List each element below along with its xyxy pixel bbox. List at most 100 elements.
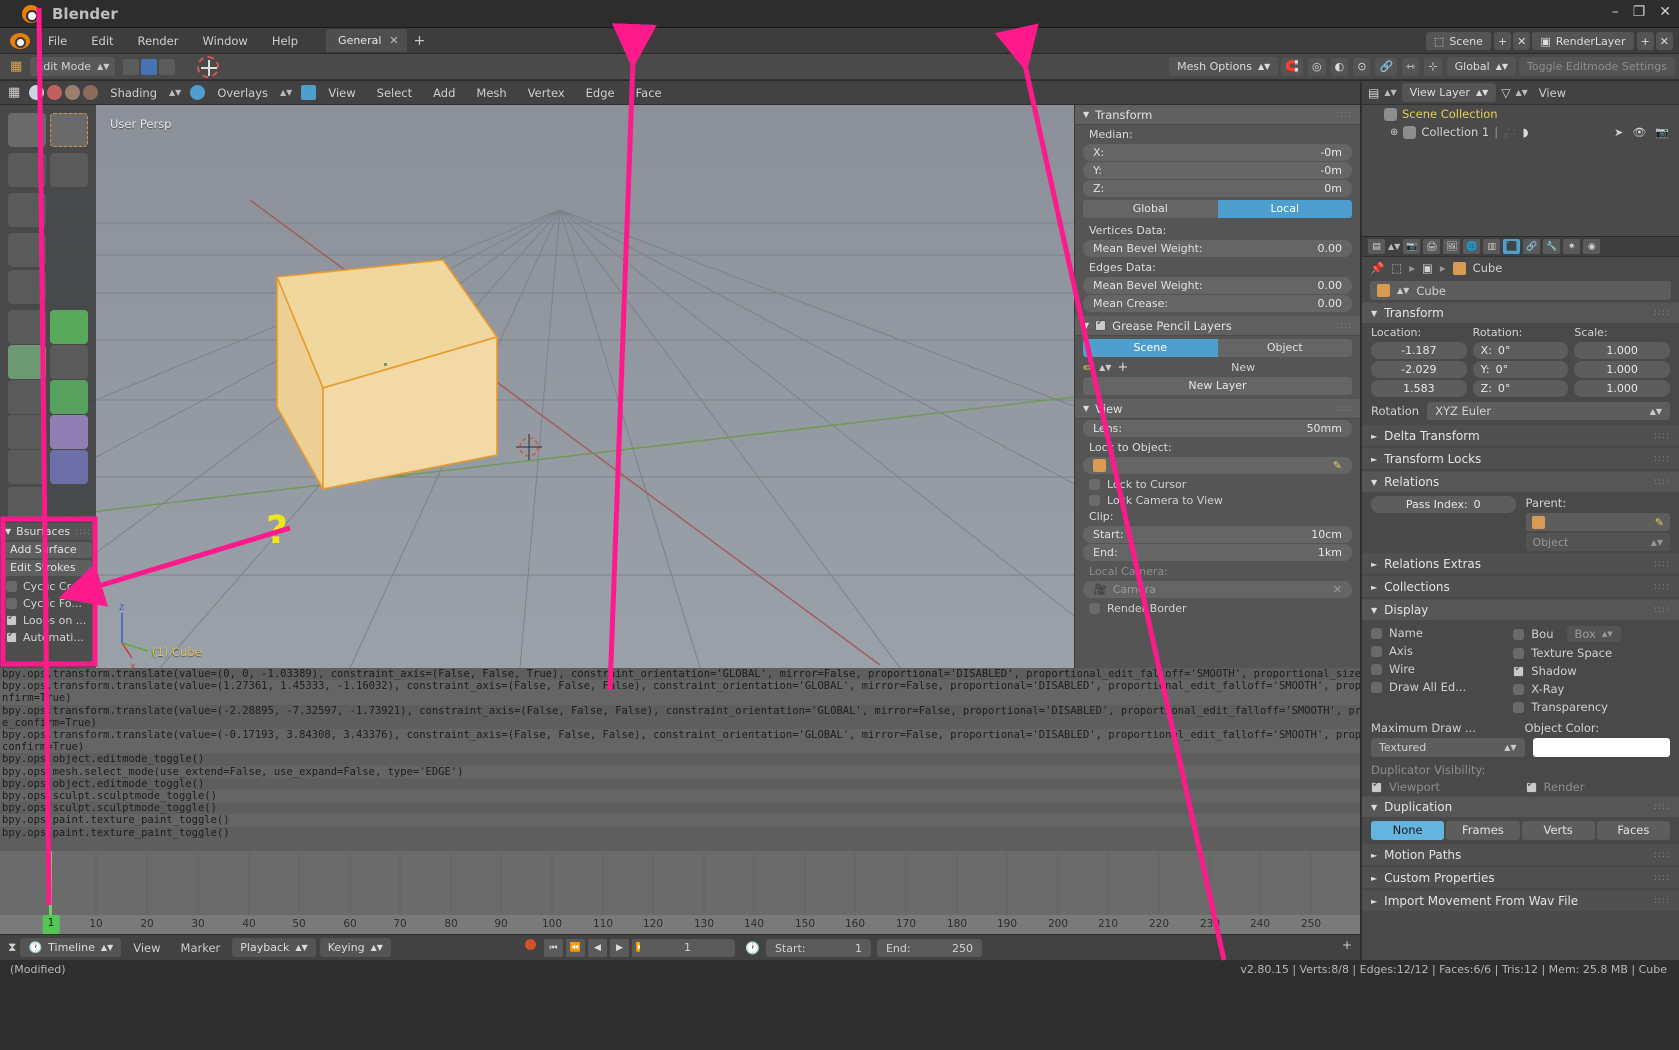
duplication-section-header[interactable]: ▼ Duplication :::: <box>1362 796 1679 817</box>
menu-window[interactable]: Window <box>190 31 259 51</box>
editor-type-icon[interactable]: ▤ <box>1368 86 1379 100</box>
tab-scene[interactable]: 🌐 <box>1463 239 1481 254</box>
duplication-options[interactable]: None Frames Verts Faces <box>1371 821 1670 840</box>
timeline-menu-view[interactable]: View <box>125 941 168 955</box>
bsurfaces-option-cyclic-cross[interactable]: Cyclic Cr... <box>0 578 96 595</box>
face-select-icon[interactable] <box>159 58 176 75</box>
display-axis-row[interactable]: Axis <box>1371 642 1507 660</box>
grip-dots-icon[interactable]: :::: <box>1654 850 1670 860</box>
jump-start-icon[interactable]: ⏮ <box>543 938 563 957</box>
tab-world[interactable]: ▥ <box>1483 239 1501 254</box>
remove-viewlayer-button[interactable]: ✕ <box>1655 32 1673 50</box>
play-icon[interactable]: ▶ <box>609 938 629 957</box>
display-bounds-row[interactable]: Bou Box ▲▼ <box>1513 624 1670 644</box>
proportional-falloff-icon[interactable]: ◐ <box>1330 57 1349 76</box>
tool-scale[interactable] <box>8 193 46 227</box>
timeline-editor-selector[interactable]: 🕐 Timeline ▲▼ <box>20 938 122 957</box>
toggle-editmode-settings-button[interactable]: Toggle Editmode Settings <box>1519 57 1675 76</box>
custom-properties-section[interactable]: ► Custom Properties :::: <box>1362 867 1679 888</box>
rotation-y-field[interactable]: Y: 0° <box>1472 361 1569 378</box>
local-camera-field[interactable]: 🎥 Camera ✕ <box>1083 581 1352 598</box>
edge-select-icon[interactable] <box>141 58 158 75</box>
transform-section-header[interactable]: ▼ Transform :::: <box>1362 302 1679 323</box>
shading-popover[interactable]: Shading <box>101 84 166 102</box>
mode-selector[interactable]: Edit Mode ▲▼ <box>30 57 116 76</box>
grip-dots-icon[interactable]: :::: <box>1654 559 1670 569</box>
tool-shear[interactable] <box>50 450 88 484</box>
snapping-target-icon[interactable]: ⊙ <box>1353 57 1371 76</box>
object-name-field[interactable]: ▲▼ Cube <box>1370 281 1671 300</box>
camera-render-icon[interactable]: 📷 <box>1655 126 1669 139</box>
new-scene-button[interactable]: + <box>1493 32 1512 50</box>
close-icon[interactable]: ✕ <box>1333 583 1342 596</box>
window-close-button[interactable]: ✕ <box>1659 4 1671 20</box>
relations-extras-section[interactable]: ► Relations Extras :::: <box>1362 553 1679 574</box>
viewport-menu-vertex[interactable]: Vertex <box>519 84 574 102</box>
filter-icon[interactable]: ▽ <box>1501 86 1510 100</box>
tool-shrink-fatten[interactable] <box>8 450 46 484</box>
grip-dots-icon[interactable]: :::: <box>75 527 91 537</box>
tool-smooth[interactable] <box>50 415 88 449</box>
tab-particles[interactable]: ✷ <box>1563 239 1581 254</box>
proportional-edit-icon[interactable]: ◎ <box>1308 57 1326 76</box>
grip-dots-icon[interactable]: :::: <box>1336 110 1352 120</box>
bsurfaces-panel[interactable]: ▼ Bsurfaces :::: Add Surface Edit Stroke… <box>0 523 96 668</box>
window-maximize-button[interactable]: ❐ <box>1633 4 1646 20</box>
outliner-display-mode[interactable]: View Layer ▲▼ <box>1401 83 1497 102</box>
dup-render-row[interactable]: Render <box>1525 779 1671 794</box>
bsurfaces-option-automatic[interactable]: Automati... <box>0 629 96 646</box>
grease-pencil-scope-toggle[interactable]: Scene Object <box>1083 339 1352 357</box>
display-section-header[interactable]: ▼ Display :::: <box>1362 599 1679 620</box>
display-texture-space-row[interactable]: Texture Space <box>1513 644 1670 662</box>
transform-panel-header[interactable]: ▼ Transform :::: <box>1075 105 1360 125</box>
dup-viewport-row[interactable]: Viewport <box>1371 779 1516 794</box>
rotation-z-field[interactable]: Z: 0° <box>1472 380 1569 397</box>
timeline-editor[interactable]: + 1 10 20 30 40 <box>0 851 1360 934</box>
eyedropper-icon[interactable]: ✎ <box>1655 516 1664 529</box>
gp-tab-object[interactable]: Object <box>1217 339 1352 357</box>
bounds-type-dropdown[interactable]: Box ▲▼ <box>1566 626 1621 642</box>
grip-dots-icon[interactable]: :::: <box>1654 873 1670 883</box>
clock-icon[interactable]: 🕐 <box>745 941 760 955</box>
transform-pivot-icon[interactable] <box>197 55 220 78</box>
duplication-verts[interactable]: Verts <box>1521 821 1595 840</box>
display-name-row[interactable]: Name <box>1371 624 1507 642</box>
tool-rotate[interactable] <box>50 153 88 187</box>
median-z-field[interactable]: Z: 0m <box>1083 180 1352 197</box>
shading-rendered-icon[interactable] <box>83 85 99 100</box>
lens-field[interactable]: Lens: 50mm <box>1083 420 1352 437</box>
outliner-editor[interactable]: ▤ ▲▼ View Layer ▲▼ ▽ ▲▼ View Scene Colle… <box>1361 81 1679 236</box>
rotation-mode-row[interactable]: Rotation XYZ Euler ▲▼ <box>1362 399 1679 423</box>
bsurfaces-option-loops-on[interactable]: Loops on ... <box>0 612 96 629</box>
grip-dots-icon[interactable]: :::: <box>1654 802 1670 812</box>
play-reverse-icon[interactable]: ◀ <box>587 938 607 957</box>
viewport-menu-mesh[interactable]: Mesh <box>467 84 515 102</box>
overlays-popover[interactable]: Overlays <box>208 84 277 102</box>
orientation-global[interactable]: Global <box>1083 200 1218 218</box>
view-panel-header[interactable]: ▼ View :::: <box>1075 399 1360 419</box>
close-icon[interactable]: ✕ <box>389 34 398 47</box>
grip-dots-icon[interactable]: :::: <box>1654 477 1670 487</box>
moon-icon[interactable]: ◗ <box>1522 125 1528 139</box>
editor-type-icon[interactable]: ▤ <box>1368 239 1385 254</box>
location-z-field[interactable]: 1.583 <box>1371 380 1467 397</box>
new-viewlayer-button[interactable]: + <box>1636 32 1654 50</box>
mirror-x-icon[interactable]: ⇿ <box>1402 57 1420 76</box>
orientation-local[interactable]: Local <box>1217 200 1352 218</box>
add-workspace-button[interactable]: + <box>414 33 426 49</box>
properties-editor[interactable]: ▤ ▲▼ 📷 🖨 🖼 🌐 ▥ ⬛ 🔗 🔧 ✷ ◉ 📌 ⬚ ▸ ▣ ▸ Cube … <box>1361 237 1679 960</box>
grease-pencil-panel-header[interactable]: ▼ Grease Pencil Layers :::: <box>1075 316 1360 336</box>
viewport-menu-add[interactable]: Add <box>424 84 464 102</box>
tool-measure[interactable] <box>8 233 46 267</box>
scale-z-field[interactable]: 1.000 <box>1574 380 1671 397</box>
median-y-field[interactable]: Y: -0m <box>1083 162 1352 179</box>
tool-poly-build[interactable] <box>50 380 88 414</box>
plus-icon[interactable]: + <box>1342 938 1352 952</box>
gp-tab-scene[interactable]: Scene <box>1083 339 1218 357</box>
current-frame-field[interactable]: 1 <box>640 939 735 957</box>
tool-extrude[interactable] <box>8 310 46 344</box>
import-movement-wav-section[interactable]: ► Import Movement From Wav File :::: <box>1362 890 1679 911</box>
camera-icon[interactable]: 🎥 <box>1503 125 1517 139</box>
tab-view-layer[interactable]: 🖼 <box>1443 239 1461 254</box>
tool-rip-region[interactable] <box>8 487 46 521</box>
